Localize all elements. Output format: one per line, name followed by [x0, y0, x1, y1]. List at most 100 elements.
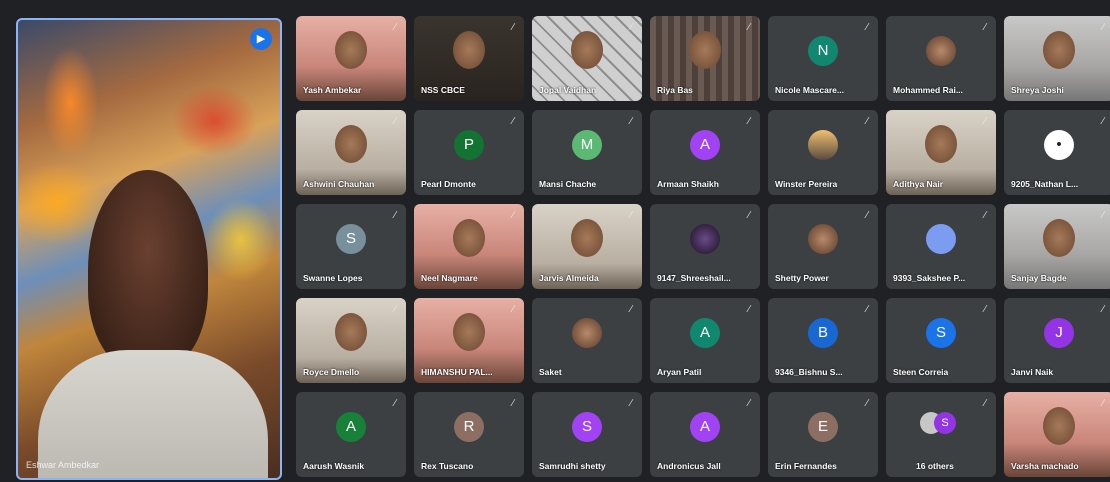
participant-tile[interactable]: ∕ Neel Nagmare: [414, 204, 524, 289]
participant-name: Shreya Joshi: [1011, 85, 1064, 95]
participant-video: [88, 170, 208, 370]
participant-name: 9147_Shreeshail...: [657, 273, 731, 283]
avatar: [926, 36, 956, 67]
avatar: [572, 318, 602, 349]
participant-video: [335, 31, 367, 69]
participant-tile[interactable]: M ∕ Mansi Chache: [532, 110, 642, 195]
participant-tile[interactable]: A ∕ Aryan Patil: [650, 298, 760, 383]
participant-name: Adithya Nair: [893, 179, 944, 189]
participant-tile[interactable]: ∕ Ashwini Chauhan: [296, 110, 406, 195]
mic-off-icon: ∕: [866, 210, 868, 221]
mic-off-icon: ∕: [748, 22, 750, 33]
participant-name: Aarush Wasnik: [303, 461, 365, 471]
participant-name: Nicole Mascare...: [775, 85, 844, 95]
participant-tile[interactable]: • ∕ 9205_Nathan L...: [1004, 110, 1110, 195]
participant-tile[interactable]: S ∕ Swanne Lopes: [296, 204, 406, 289]
mic-off-icon: ∕: [630, 210, 632, 221]
participant-tile[interactable]: ∕ Shetty Power: [768, 204, 878, 289]
participant-tile[interactable]: ∕ 9393_Sakshee P...: [886, 204, 996, 289]
mic-off-icon: ∕: [1102, 398, 1104, 409]
participant-tile[interactable]: A ∕ Armaan Shaikh: [650, 110, 760, 195]
participant-name: Samrudhi shetty: [539, 461, 606, 471]
participant-tile[interactable]: S ∕ Steen Correia: [886, 298, 996, 383]
participant-name: Janvi Naik: [1011, 367, 1054, 377]
mic-off-icon: ∕: [1102, 22, 1104, 33]
participant-name: 16 others: [916, 461, 954, 471]
participant-tile[interactable]: R ∕ Rex Tuscano: [414, 392, 524, 477]
participant-tile[interactable]: ∕ Jopal Vaidhan: [532, 16, 642, 101]
participant-tile[interactable]: S ∕ Samrudhi shetty: [532, 392, 642, 477]
participant-tile[interactable]: ∕ NSS CBCE: [414, 16, 524, 101]
mic-off-icon: ∕: [748, 398, 750, 409]
mic-off-icon: ∕: [394, 210, 396, 221]
mic-off-icon: ∕: [630, 116, 632, 127]
mic-off-icon: ∕: [748, 210, 750, 221]
participant-name: Andronicus Jall: [657, 461, 721, 471]
mic-off-icon: ∕: [748, 304, 750, 315]
avatar: [690, 224, 720, 255]
participant-video: [453, 31, 485, 69]
mic-off-icon: ∕: [1102, 116, 1104, 127]
participant-tile[interactable]: E ∕ Erin Fernandes: [768, 392, 878, 477]
participant-tile[interactable]: ∕ Jarvis Almeida: [532, 204, 642, 289]
avatar: J: [1044, 318, 1074, 349]
participant-video: [1043, 31, 1075, 69]
mic-off-icon: ∕: [866, 398, 868, 409]
participant-name: Winster Pereira: [775, 179, 838, 189]
avatar: [926, 224, 956, 255]
participant-video: [335, 313, 367, 351]
participant-name: Eshwar Ambedkar: [26, 460, 100, 470]
participant-tile[interactable]: ∕ Mohammed Rai...: [886, 16, 996, 101]
participant-video: [335, 125, 367, 163]
participant-tile[interactable]: J ∕ Janvi Naik: [1004, 298, 1110, 383]
participant-video: [1043, 219, 1075, 257]
participant-tile[interactable]: ∕ 9147_Shreeshail...: [650, 204, 760, 289]
pinned-participant-tile[interactable]: ▶ Eshwar Ambedkar: [16, 18, 282, 480]
participant-tile[interactable]: ∕ Winster Pereira: [768, 110, 878, 195]
participant-tile[interactable]: ∕ HIMANSHU PAL...: [414, 298, 524, 383]
mic-off-icon: ∕: [984, 116, 986, 127]
mic-off-icon: ∕: [984, 398, 986, 409]
participant-video: [689, 31, 721, 69]
participant-name: Mansi Chache: [539, 179, 597, 189]
participant-name: Yash Ambekar: [303, 85, 362, 95]
participant-name: Neel Nagmare: [421, 273, 478, 283]
participant-name: Swanne Lopes: [303, 273, 363, 283]
avatar: E: [808, 412, 838, 443]
participant-name: Rex Tuscano: [421, 461, 474, 471]
mic-off-icon: ∕: [512, 304, 514, 315]
mic-off-icon: ∕: [748, 116, 750, 127]
mic-off-icon: ∕: [630, 398, 632, 409]
participant-tile[interactable]: ∕ Yash Ambekar: [296, 16, 406, 101]
participant-tile[interactable]: ∕ Varsha machado: [1004, 392, 1110, 477]
participant-tile[interactable]: ∕ Riya Bas: [650, 16, 760, 101]
participant-name: Armaan Shaikh: [657, 179, 719, 189]
participant-tile[interactable]: ∕ Saket: [532, 298, 642, 383]
participant-tile[interactable]: ∕ Royce Dmello: [296, 298, 406, 383]
participant-tile[interactable]: N ∕ Nicole Mascare...: [768, 16, 878, 101]
participant-tile[interactable]: ∕ Sanjay Bagde: [1004, 204, 1110, 289]
participant-video: [1043, 407, 1075, 445]
avatar: S: [572, 412, 602, 443]
participant-video: [925, 125, 957, 163]
participant-video: [453, 219, 485, 257]
participant-name: 9205_Nathan L...: [1011, 179, 1079, 189]
participant-tile[interactable]: S ∕ 16 others: [886, 392, 996, 477]
avatar: P: [454, 130, 484, 161]
participant-name: Mohammed Rai...: [893, 85, 963, 95]
mic-off-icon: ∕: [394, 116, 396, 127]
others-avatars: S: [920, 412, 964, 436]
participant-tile[interactable]: A ∕ Aarush Wasnik: [296, 392, 406, 477]
participant-tile[interactable]: B ∕ 9346_Bishnu S...: [768, 298, 878, 383]
mic-off-icon: ∕: [1102, 304, 1104, 315]
avatar: A: [336, 412, 366, 443]
participant-tile[interactable]: P ∕ Pearl Dmonte: [414, 110, 524, 195]
participant-tile[interactable]: ∕ Adithya Nair: [886, 110, 996, 195]
participant-grid: ∕ Yash Ambekar ∕ NSS CBCE ∕ Jopal Vaidhan ∕ Riy…: [296, 16, 1110, 481]
participant-name: Jarvis Almeida: [539, 273, 599, 283]
participant-tile[interactable]: A ∕ Andronicus Jall: [650, 392, 760, 477]
participant-video: [571, 219, 603, 257]
participant-tile[interactable]: ∕ Shreya Joshi: [1004, 16, 1110, 101]
mic-off-icon: ∕: [512, 398, 514, 409]
participant-name: Erin Fernandes: [775, 461, 837, 471]
